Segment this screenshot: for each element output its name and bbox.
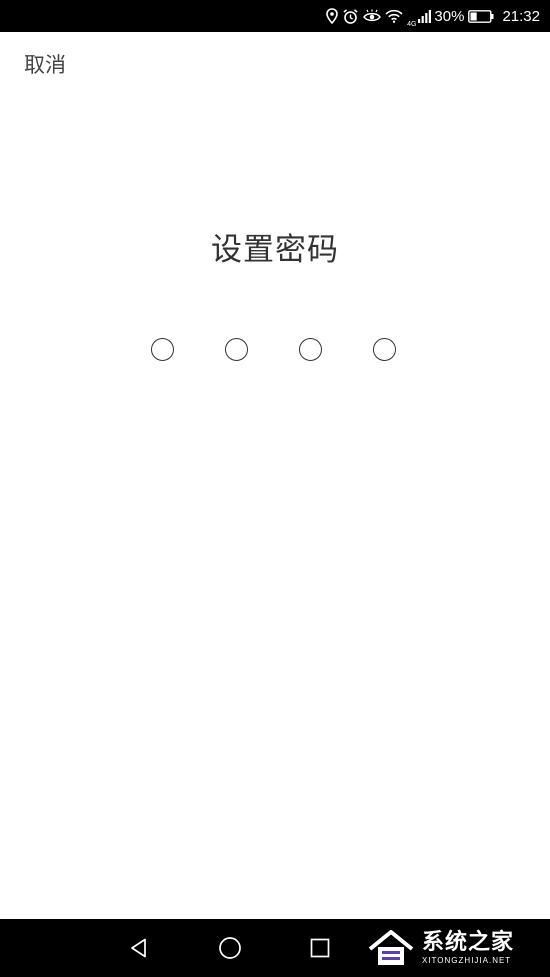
pin-dot-4 (373, 338, 396, 361)
pin-dot-1 (151, 338, 174, 361)
wifi-icon (385, 0, 403, 32)
pin-dot-2 (225, 338, 248, 361)
home-button[interactable] (215, 933, 245, 963)
status-time: 21:32 (502, 7, 540, 25)
screen: 4G 30% 21:32 取消 设置密码 系统之家 XITONGZHIJIA.N… (0, 0, 550, 977)
recents-button[interactable] (305, 933, 335, 963)
battery-icon (468, 0, 494, 32)
location-icon (326, 0, 338, 32)
network-type-label: 4G (407, 20, 417, 28)
eye-comfort-icon (363, 0, 381, 32)
recents-icon (310, 938, 330, 958)
cancel-button[interactable]: 取消 (24, 50, 66, 80)
back-button[interactable] (124, 933, 154, 963)
navigation-bar (0, 919, 550, 977)
page-title: 设置密码 (211, 232, 339, 268)
signal-icon (418, 0, 432, 32)
pin-dot-3 (299, 338, 322, 361)
battery-percent: 30% (434, 7, 465, 25)
pin-indicator (151, 338, 401, 364)
status-bar: 4G 30% 21:32 (0, 0, 550, 32)
home-icon (219, 937, 241, 959)
back-icon (131, 938, 146, 958)
alarm-icon (342, 0, 359, 32)
